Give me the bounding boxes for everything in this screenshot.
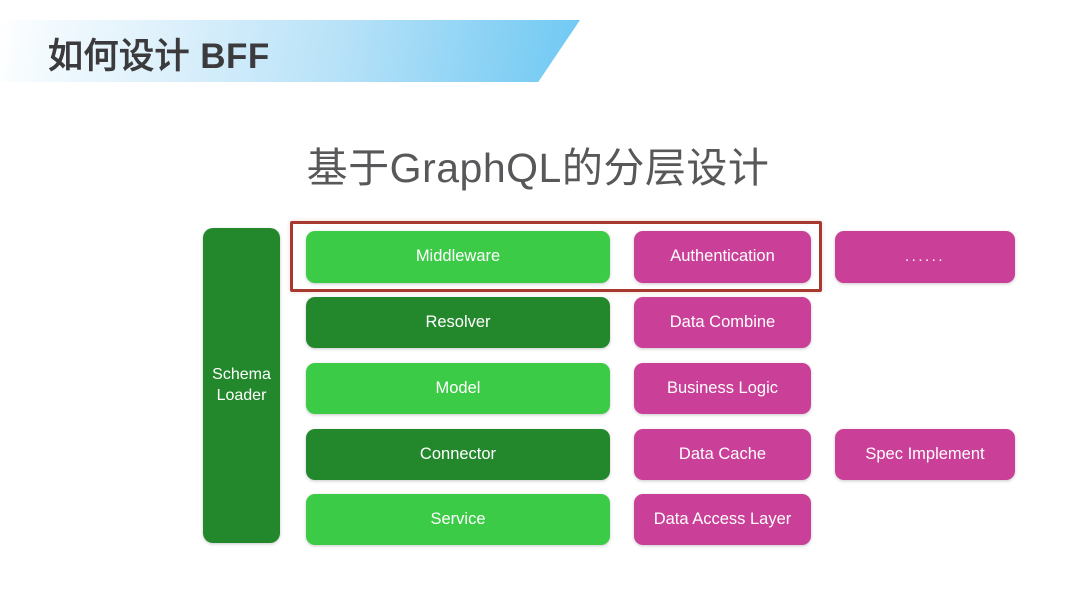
node-model[interactable]: Model [306,363,610,414]
node-data-access-layer[interactable]: Data Access Layer [634,494,811,545]
node-business-logic[interactable]: Business Logic [634,363,811,414]
architecture-diagram: Schema Loader Middleware Resolver Model … [0,0,1080,608]
node-resolver[interactable]: Resolver [306,297,610,348]
node-ellipsis[interactable]: ...... [835,231,1015,283]
node-schema-loader[interactable]: Schema Loader [203,228,280,543]
node-spec-implement[interactable]: Spec Implement [835,429,1015,480]
page-title: 如何设计 BFF [48,36,270,76]
node-service[interactable]: Service [306,494,610,545]
node-connector[interactable]: Connector [306,429,610,480]
node-data-cache[interactable]: Data Cache [634,429,811,480]
highlight-rectangle [290,221,822,292]
node-data-combine[interactable]: Data Combine [634,297,811,348]
